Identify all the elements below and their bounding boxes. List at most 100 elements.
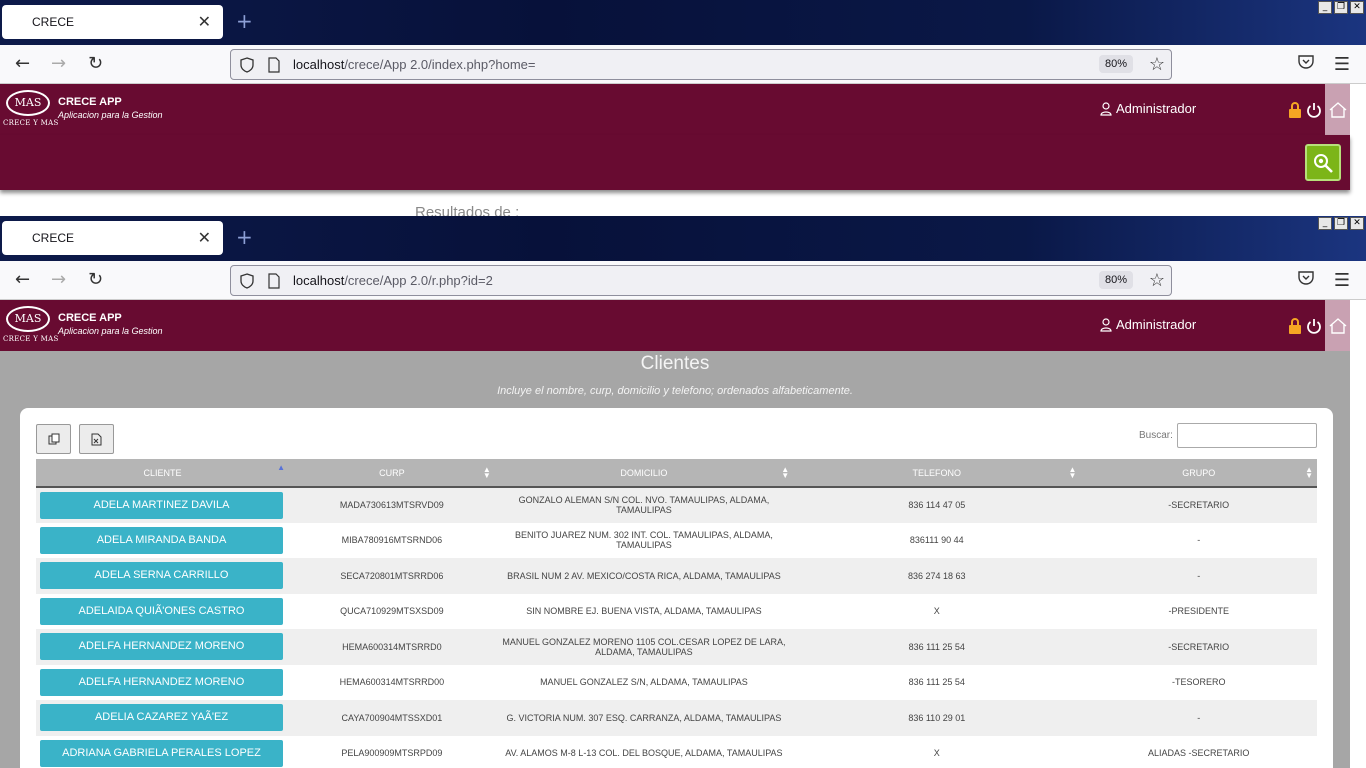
column-label: CURP xyxy=(379,467,405,478)
sort-icon: ▲ ▼ xyxy=(1068,465,1077,480)
hamburger-menu-icon[interactable]: ☰ xyxy=(1334,270,1350,291)
close-window-icon[interactable]: ✕ xyxy=(1350,1,1364,14)
telefono-cell: 836 110 29 01 xyxy=(793,700,1081,736)
pocket-icon[interactable] xyxy=(1298,55,1314,69)
client-button[interactable]: ADELA MARTINEZ DAVILA xyxy=(40,491,283,519)
search-input[interactable] xyxy=(1177,423,1317,448)
sort-asc-icon: ▲ xyxy=(277,463,285,472)
table-row: ADRIANA GABRIELA PERALES LOPEZ PELA90090… xyxy=(36,735,1317,768)
shield-icon xyxy=(240,272,254,289)
tab-strip: CRECE ✕ + _ ❐ ✕ xyxy=(0,216,1366,261)
table-row: ADELIA CAZAREZ YAÃ'EZ CAYA700904MTSSXD01… xyxy=(36,700,1317,736)
crece-logo: MAS xyxy=(6,90,50,116)
grupo-cell: -SECRETARIO xyxy=(1080,487,1317,523)
tab-strip: CRECE ✕ + _ ❐ ✕ xyxy=(0,0,1366,45)
reload-icon[interactable]: ↻ xyxy=(88,270,103,290)
logo-caption: CRECE Y MAS xyxy=(3,119,59,127)
column-header-telefono[interactable]: TELEFONO ▲ ▼ xyxy=(793,459,1081,488)
curp-cell: SECA720801MTSRRD06 xyxy=(289,558,495,594)
bookmark-star-icon[interactable]: ☆ xyxy=(1149,54,1165,75)
minimize-icon[interactable]: _ xyxy=(1318,1,1332,14)
address-bar[interactable]: localhost /crece/App 2.0/r.php?id=2 80% … xyxy=(230,265,1172,296)
zoom-badge[interactable]: 80% xyxy=(1098,271,1133,289)
home-icon xyxy=(1329,317,1346,334)
excel-export-button[interactable] xyxy=(79,424,114,454)
home-button[interactable] xyxy=(1325,84,1350,135)
address-bar[interactable]: localhost /crece/App 2.0/index.php?home=… xyxy=(230,49,1172,80)
column-header-cliente[interactable]: CLIENTE ▲ xyxy=(36,459,289,488)
grupo-cell: ALIADAS -SECRETARIO xyxy=(1080,735,1317,768)
browser-tab[interactable]: CRECE ✕ xyxy=(2,221,223,255)
browser-tab[interactable]: CRECE ✕ xyxy=(2,5,223,39)
column-label: GRUPO xyxy=(1182,467,1216,478)
app-header: MAS CRECE Y MAS CRECE APP Aplicacion par… xyxy=(0,84,1350,135)
column-header-curp[interactable]: CURP ▲ ▼ xyxy=(289,459,495,488)
client-button[interactable]: ADELIA CAZAREZ YAÃ'EZ xyxy=(40,704,283,732)
grupo-cell: -TESORERO xyxy=(1080,664,1317,700)
forward-icon[interactable]: → xyxy=(51,54,66,74)
domicilio-cell: AV. ALAMOS M-8 L-13 COL. DEL BOSQUE, ALD… xyxy=(494,735,794,768)
tab-title: CRECE xyxy=(32,15,75,29)
hamburger-menu-icon[interactable]: ☰ xyxy=(1334,54,1350,75)
search-button[interactable] xyxy=(1305,144,1341,181)
restore-icon[interactable]: ❐ xyxy=(1334,217,1348,230)
column-label: TELEFONO xyxy=(912,467,962,478)
tab-title: CRECE xyxy=(32,231,75,245)
column-header-grupo[interactable]: GRUPO ▲ ▼ xyxy=(1080,459,1317,488)
client-button[interactable]: ADELFA HERNANDEZ MORENO xyxy=(40,668,283,696)
curp-cell: HEMA600314MTSRRD0 xyxy=(289,629,495,665)
power-icon[interactable] xyxy=(1306,101,1322,119)
minimize-icon[interactable]: _ xyxy=(1318,217,1332,230)
table-row: ADELA SERNA CARRILLO SECA720801MTSRRD06 … xyxy=(36,558,1317,594)
tab-close-icon[interactable]: ✕ xyxy=(198,12,211,32)
new-tab-icon[interactable]: + xyxy=(236,225,253,249)
user-icon xyxy=(1100,317,1112,332)
close-window-icon[interactable]: ✕ xyxy=(1350,217,1364,230)
back-icon[interactable]: ← xyxy=(15,54,30,74)
bookmark-star-icon[interactable]: ☆ xyxy=(1149,270,1165,291)
client-button[interactable]: ADELAIDA QUIÃ'ONES CASTRO xyxy=(40,597,283,625)
client-button[interactable]: ADELA MIRANDA BANDA xyxy=(40,526,283,554)
nav-toolbar: ← → ↻ localhost /crece/App 2.0/index.php… xyxy=(0,45,1366,84)
browser-window-front: CRECE ✕ + _ ❐ ✕ ← → ↻ localhost /crece/A… xyxy=(0,216,1366,768)
tab-close-icon[interactable]: ✕ xyxy=(198,228,211,248)
lock-icon[interactable] xyxy=(1288,317,1302,335)
telefono-cell: X xyxy=(793,593,1081,629)
page-icon xyxy=(268,272,280,289)
client-button[interactable]: ADELA SERNA CARRILLO xyxy=(40,562,283,590)
copy-icon xyxy=(48,433,59,445)
report-card: Buscar: CLIENTE ▲ CURP ▲ ▼ DOMICILIO ▲ ▼ TELE… xyxy=(20,408,1333,768)
new-tab-icon[interactable]: + xyxy=(236,9,253,33)
app-subheader xyxy=(0,135,1350,190)
power-icon[interactable] xyxy=(1306,317,1322,335)
lock-icon[interactable] xyxy=(1288,101,1302,119)
shield-icon xyxy=(240,56,254,73)
client-button[interactable]: ADRIANA GABRIELA PERALES LOPEZ xyxy=(40,739,283,767)
column-header-domicilio[interactable]: DOMICILIO ▲ ▼ xyxy=(494,459,794,488)
pocket-icon[interactable] xyxy=(1298,271,1314,285)
search-label: Buscar: xyxy=(1139,430,1173,441)
reload-icon[interactable]: ↻ xyxy=(88,54,103,74)
nav-toolbar: ← → ↻ localhost /crece/App 2.0/r.php?id=… xyxy=(0,261,1366,300)
user-menu[interactable]: Administrador xyxy=(1100,317,1196,332)
page-title: Clientes xyxy=(640,353,710,374)
back-icon[interactable]: ← xyxy=(15,270,30,290)
curp-cell: MADA730613MTSRVD09 xyxy=(289,487,495,523)
copy-button[interactable] xyxy=(36,424,71,454)
client-button[interactable]: ADELFA HERNANDEZ MORENO xyxy=(40,633,283,661)
forward-icon[interactable]: → xyxy=(51,270,66,290)
report-page: Clientes Incluye el nombre, curp, domici… xyxy=(0,351,1350,768)
page-icon xyxy=(268,56,280,73)
telefono-cell: 836 114 47 05 xyxy=(793,487,1081,523)
zoom-badge[interactable]: 80% xyxy=(1098,55,1133,73)
browser-window-back: CRECE ✕ + _ ❐ ✕ ← → ↻ localhost /crece/A… xyxy=(0,0,1366,216)
domicilio-cell: BENITO JUAREZ NUM. 302 INT. COL. TAMAULI… xyxy=(494,522,794,558)
restore-icon[interactable]: ❐ xyxy=(1334,1,1348,14)
curp-cell: HEMA600314MTSRRD00 xyxy=(289,664,495,700)
domicilio-cell: SIN NOMBRE EJ. BUENA VISTA, ALDAMA, TAMA… xyxy=(494,593,794,629)
user-menu[interactable]: Administrador xyxy=(1100,101,1196,116)
domicilio-cell: G. VICTORIA NUM. 307 ESQ. CARRANZA, ALDA… xyxy=(494,700,794,736)
table-row: ADELA MARTINEZ DAVILA MADA730613MTSRVD09… xyxy=(36,487,1317,523)
table-row: ADELAIDA QUIÃ'ONES CASTRO QUCA710929MTSX… xyxy=(36,593,1317,629)
home-button[interactable] xyxy=(1325,300,1350,351)
